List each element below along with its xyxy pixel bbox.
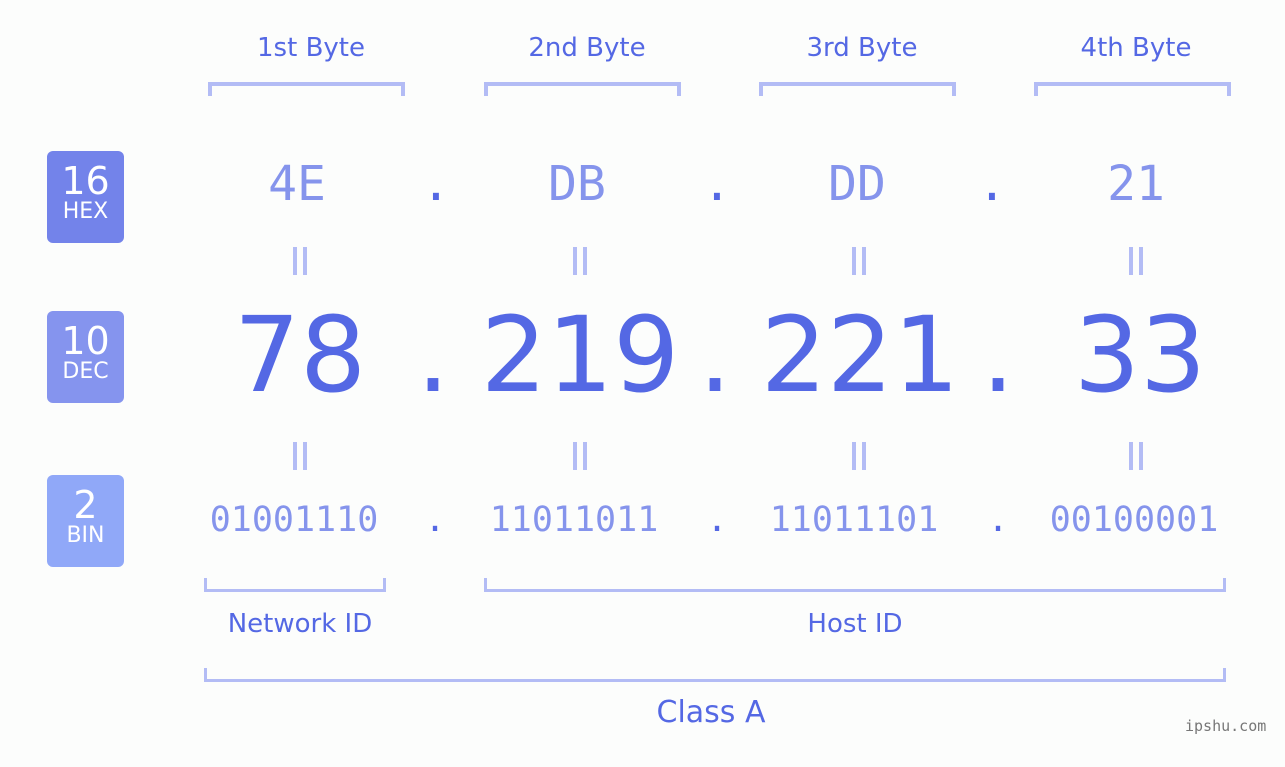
bin-badge: 2 BIN [47, 475, 124, 567]
network-id-label: Network ID [227, 609, 373, 639]
equals-icon [573, 442, 587, 470]
byte-bracket-3 [759, 82, 956, 96]
equals-icon [573, 247, 587, 275]
byte-label-2: 2nd Byte [528, 33, 646, 63]
equals-icon [1129, 442, 1143, 470]
hex-base-number: 16 [61, 159, 110, 203]
network-id-bracket [204, 578, 386, 592]
dec-separator-1: . [416, 294, 450, 416]
dec-base-number: 10 [61, 319, 110, 363]
dec-byte-2: 219 [480, 294, 680, 416]
byte-label-4: 4th Byte [1080, 33, 1192, 63]
watermark: ipshu.com [1185, 717, 1267, 735]
bin-byte-4: 00100001 [1049, 500, 1219, 540]
bin-base-label: BIN [66, 523, 105, 548]
hex-byte-4: 21 [1107, 156, 1165, 212]
dec-byte-4: 33 [1073, 294, 1207, 416]
equals-icon [852, 442, 866, 470]
dec-base-label: DEC [62, 359, 109, 384]
dec-byte-1: 78 [233, 294, 367, 416]
bin-base-number: 2 [73, 483, 98, 527]
equals-icon [1129, 247, 1143, 275]
equals-icon [293, 442, 307, 470]
byte-bracket-2 [484, 82, 681, 96]
class-label: Class A [656, 695, 766, 730]
byte-bracket-4 [1034, 82, 1231, 96]
byte-bracket-1 [208, 82, 405, 96]
hex-badge: 16 HEX [47, 151, 124, 243]
equals-icon [852, 247, 866, 275]
dec-byte-3: 221 [760, 294, 960, 416]
dec-separator-3: . [981, 294, 1015, 416]
byte-label-3: 3rd Byte [806, 33, 918, 63]
byte-label-1: 1st Byte [257, 33, 365, 63]
hex-base-label: HEX [62, 199, 109, 224]
equals-icon [293, 247, 307, 275]
host-id-label: Host ID [807, 609, 903, 639]
dec-badge: 10 DEC [47, 311, 124, 403]
class-bracket [204, 668, 1226, 682]
host-id-bracket [484, 578, 1226, 592]
